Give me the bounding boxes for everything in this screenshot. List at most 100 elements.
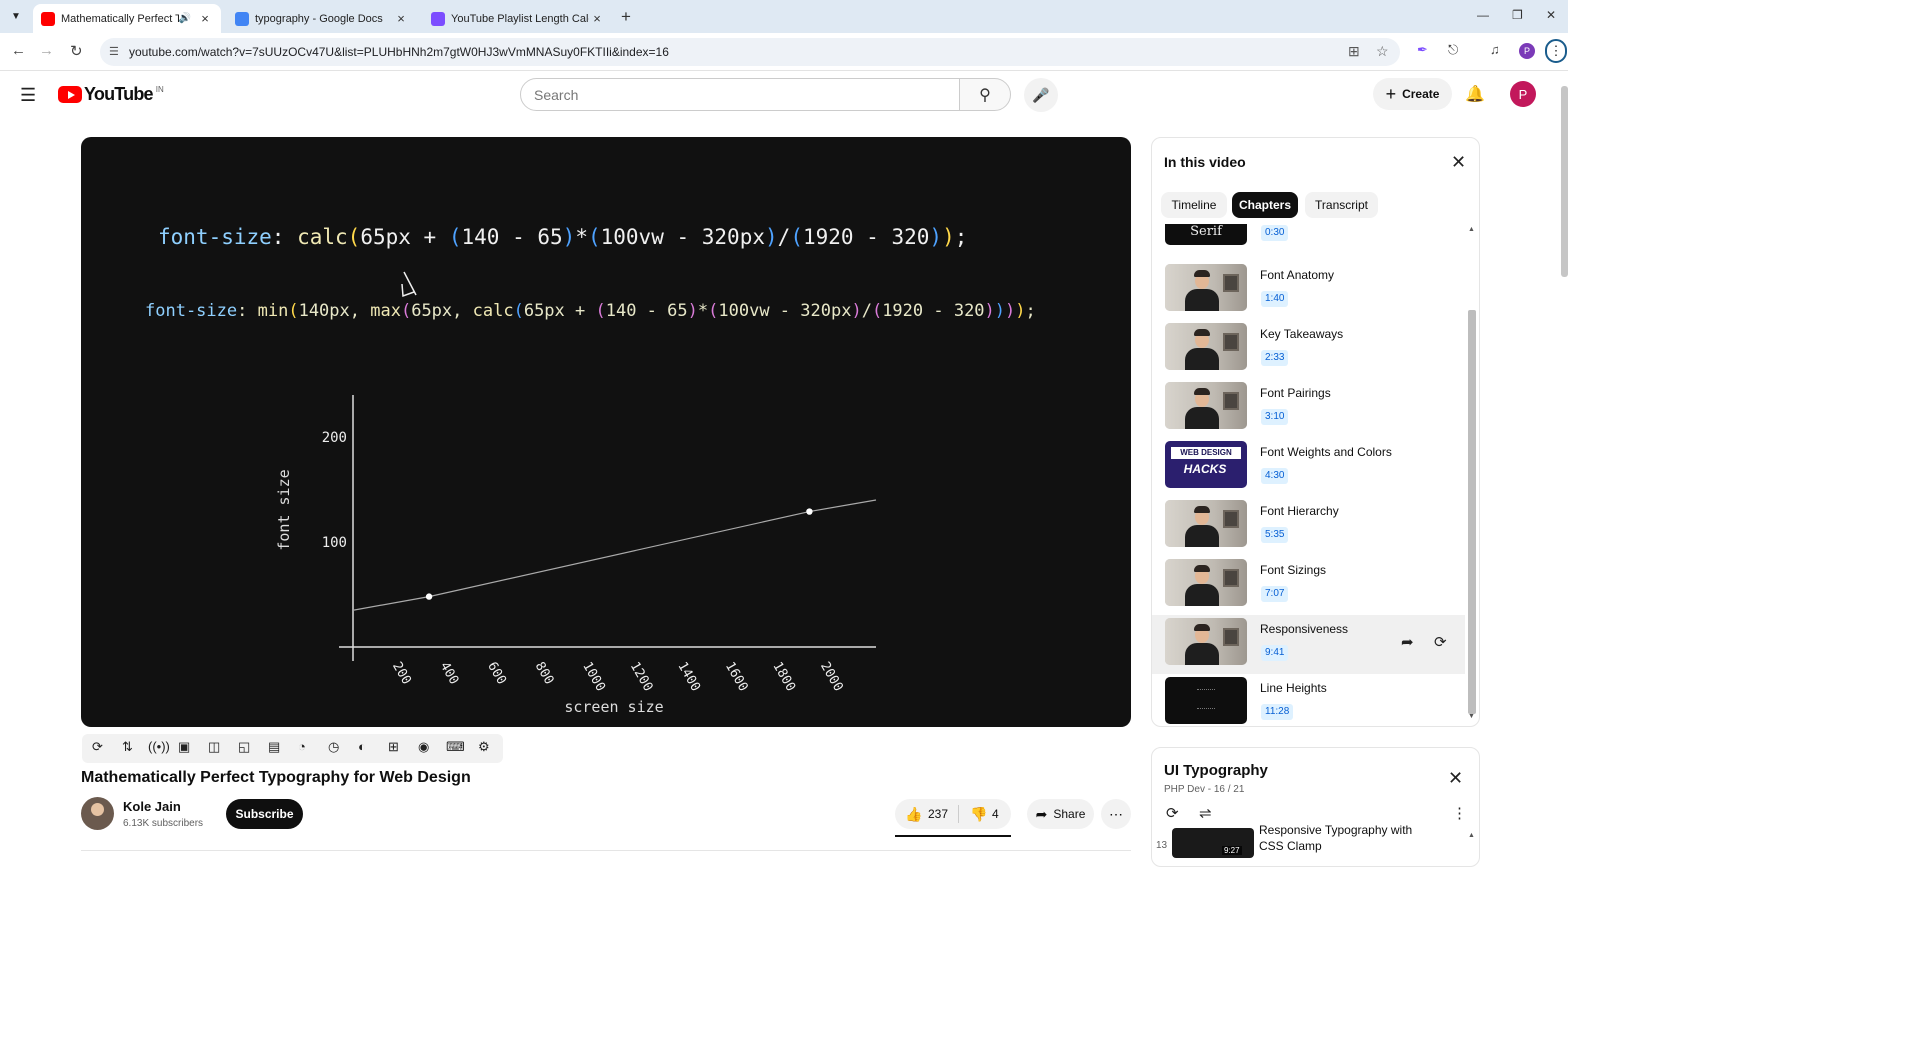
close-window-icon[interactable]: ✕	[1546, 8, 1556, 22]
thumbs-up-icon[interactable]: 👍	[905, 806, 922, 823]
audio-icon[interactable]: ((•))	[148, 739, 170, 754]
thumbs-down-icon[interactable]: 👎	[970, 806, 987, 823]
install-app-icon[interactable]: ⊞	[1348, 43, 1360, 60]
chapter-item[interactable]: Font Pairings 3:10	[1152, 379, 1465, 438]
sort-icon[interactable]: ⇅	[122, 739, 133, 755]
hide-icon[interactable]: ▣	[178, 739, 190, 755]
chapter-timestamp[interactable]: 1:40	[1261, 291, 1289, 307]
panel-title: In this video	[1164, 154, 1246, 170]
chapter-title: Responsiveness	[1260, 622, 1349, 636]
chapter-item[interactable]: Responsiveness 9:41 ➦ ⟳	[1152, 615, 1465, 674]
chapter-item-serif[interactable]: Serif 0:30	[1152, 224, 1465, 254]
new-tab-icon[interactable]: +	[621, 7, 631, 27]
playlist-title[interactable]: UI Typography	[1164, 762, 1268, 779]
chapter-item[interactable]: WEB DESIGN HACKS Font Weights and Colors 4:…	[1152, 438, 1465, 497]
url-text[interactable]: youtube.com/watch?v=7sUUzOCv47U&list=PLU…	[129, 45, 669, 59]
restore-icon[interactable]: ❐	[1512, 8, 1523, 22]
chapter-timestamp[interactable]: 11:28	[1261, 704, 1294, 720]
chapter-item[interactable]: Font Hierarchy 5:35	[1152, 497, 1465, 556]
address-bar[interactable]: ☰ youtube.com/watch?v=7sUUzOCv47U&list=P…	[100, 38, 1400, 66]
playlist-item-thumbnail[interactable]: 9:27	[1172, 828, 1254, 858]
media-controls-icon[interactable]: ♫	[1490, 42, 1500, 57]
forward-icon[interactable]: →	[39, 42, 54, 59]
dislike-count[interactable]: 4	[992, 807, 999, 821]
theater-icon[interactable]: ▤	[268, 739, 280, 755]
settings-gear-icon[interactable]: ⚙	[478, 739, 490, 755]
create-button[interactable]: + Create	[1373, 78, 1452, 110]
address-toolbar: ← → ↻ ☰ youtube.com/watch?v=7sUUzOCv47U&…	[0, 33, 1568, 71]
browser-profile-avatar[interactable]: P	[1519, 43, 1535, 59]
video-player[interactable]: font-size: calc(65px + (140 - 65)*(100vw…	[81, 137, 1131, 727]
tab-youtube[interactable]: Mathematically Perfect Typo 🔊 ×	[33, 4, 221, 33]
site-info-icon[interactable]: ☰	[109, 45, 119, 58]
add-icon[interactable]: ⊞	[388, 739, 399, 755]
scroll-up-icon[interactable]: ▲	[1468, 226, 1475, 233]
font-size-chart: 100 200 200 400 600 800 1000 1200 1400 1600 1800 20…	[275, 271, 877, 716]
youtube-logo[interactable]: YouTube IN	[58, 84, 164, 105]
chapter-item[interactable]: Key Takeaways 2:33	[1152, 320, 1465, 379]
speaker-icon[interactable]: 🔊	[179, 13, 191, 24]
playlist-scroll-up-icon[interactable]: ▲	[1468, 832, 1475, 839]
chapter-item[interactable]: Line Heights 11:28	[1152, 674, 1465, 726]
microphone-icon: 🎤	[1032, 86, 1050, 103]
search-button[interactable]: ⚲	[959, 78, 1011, 111]
scroll-down-icon[interactable]: ▼	[1468, 713, 1475, 720]
account-avatar[interactable]: P	[1510, 81, 1536, 107]
resize-icon[interactable]: ◱	[238, 739, 250, 755]
voice-search-button[interactable]: 🎤	[1024, 78, 1058, 112]
playlist-more-icon[interactable]: ⋮	[1452, 804, 1467, 822]
shuffle-icon[interactable]: ⇌	[1199, 804, 1212, 822]
search-input[interactable]: Search	[520, 78, 960, 111]
tab-playlist-calculator[interactable]: YouTube Playlist Length Calcula ×	[423, 4, 613, 33]
screenshot-icon[interactable]: ◉	[418, 739, 429, 755]
chapter-timestamp[interactable]: 9:41	[1261, 645, 1289, 661]
chapter-item[interactable]: Font Anatomy 1:40	[1152, 261, 1465, 320]
tab-timeline[interactable]: Timeline	[1161, 192, 1227, 218]
chapter-timestamp[interactable]: 3:10	[1261, 409, 1289, 425]
tab-search-icon[interactable]: ▼	[7, 7, 25, 25]
share-button[interactable]: ➦ Share	[1027, 799, 1094, 829]
close-playlist-icon[interactable]: ✕	[1448, 768, 1463, 789]
tab-transcript[interactable]: Transcript	[1305, 192, 1378, 218]
tab-google-docs[interactable]: typography - Google Docs ×	[227, 4, 417, 33]
keyboard-icon[interactable]: ⌨	[446, 739, 465, 755]
notifications-bell-icon[interactable]: 🔔	[1465, 84, 1485, 104]
close-panel-icon[interactable]: ✕	[1451, 152, 1466, 173]
page-scrollbar-thumb[interactable]	[1561, 86, 1568, 277]
chapter-timestamp[interactable]: 2:33	[1261, 350, 1289, 366]
close-tab-icon[interactable]: ×	[197, 11, 213, 26]
extensions-puzzle-icon[interactable]: ⎋	[1448, 42, 1458, 58]
back-icon[interactable]: ←	[11, 42, 26, 59]
speed-icon[interactable]: ◷	[328, 739, 339, 755]
hamburger-menu-icon[interactable]: ☰	[20, 85, 36, 106]
subscribe-button[interactable]: Subscribe	[226, 799, 303, 829]
chapters-scrollbar[interactable]: ▲ ▼	[1466, 226, 1476, 723]
reload-icon[interactable]: ↻	[70, 42, 83, 60]
channel-avatar[interactable]	[81, 797, 114, 830]
close-tab-icon[interactable]: ×	[393, 11, 409, 26]
close-tab-icon[interactable]: ×	[589, 11, 605, 26]
chapter-timestamp[interactable]: 4:30	[1261, 468, 1289, 484]
chapter-timestamp[interactable]: 5:35	[1261, 527, 1289, 543]
browser-menu-icon[interactable]: ⋮	[1545, 39, 1567, 63]
minimize-icon[interactable]: —	[1477, 8, 1489, 22]
scrollbar-thumb[interactable]	[1468, 310, 1476, 714]
loop-icon[interactable]: ⟳	[92, 739, 103, 755]
bookmark-star-icon[interactable]: ☆	[1376, 43, 1389, 60]
chapter-timestamp[interactable]: 7:07	[1261, 586, 1289, 602]
tab-chapters[interactable]: Chapters	[1232, 192, 1298, 218]
cinema-icon[interactable]: ◫	[208, 739, 220, 755]
chapter-item[interactable]: Font Sizings 7:07	[1152, 556, 1465, 615]
channel-name[interactable]: Kole Jain	[123, 799, 181, 814]
share-chapter-icon[interactable]: ➦	[1401, 633, 1414, 651]
filter-icon[interactable]: ◔	[298, 739, 306, 754]
speed-alt-icon[interactable]: ◐	[358, 739, 366, 754]
more-actions-button[interactable]: ⋯	[1101, 799, 1131, 829]
loop-chapter-icon[interactable]: ⟳	[1434, 633, 1447, 651]
playlist-item-title[interactable]: Responsive Typography with CSS Clamp	[1259, 822, 1412, 854]
like-count[interactable]: 237	[928, 807, 948, 821]
plus-icon: +	[1385, 83, 1397, 104]
loop-playlist-icon[interactable]: ⟳	[1166, 804, 1179, 822]
extension-pen-icon[interactable]: ✒	[1417, 42, 1428, 58]
chapter-timestamp[interactable]: 0:30	[1261, 225, 1289, 241]
